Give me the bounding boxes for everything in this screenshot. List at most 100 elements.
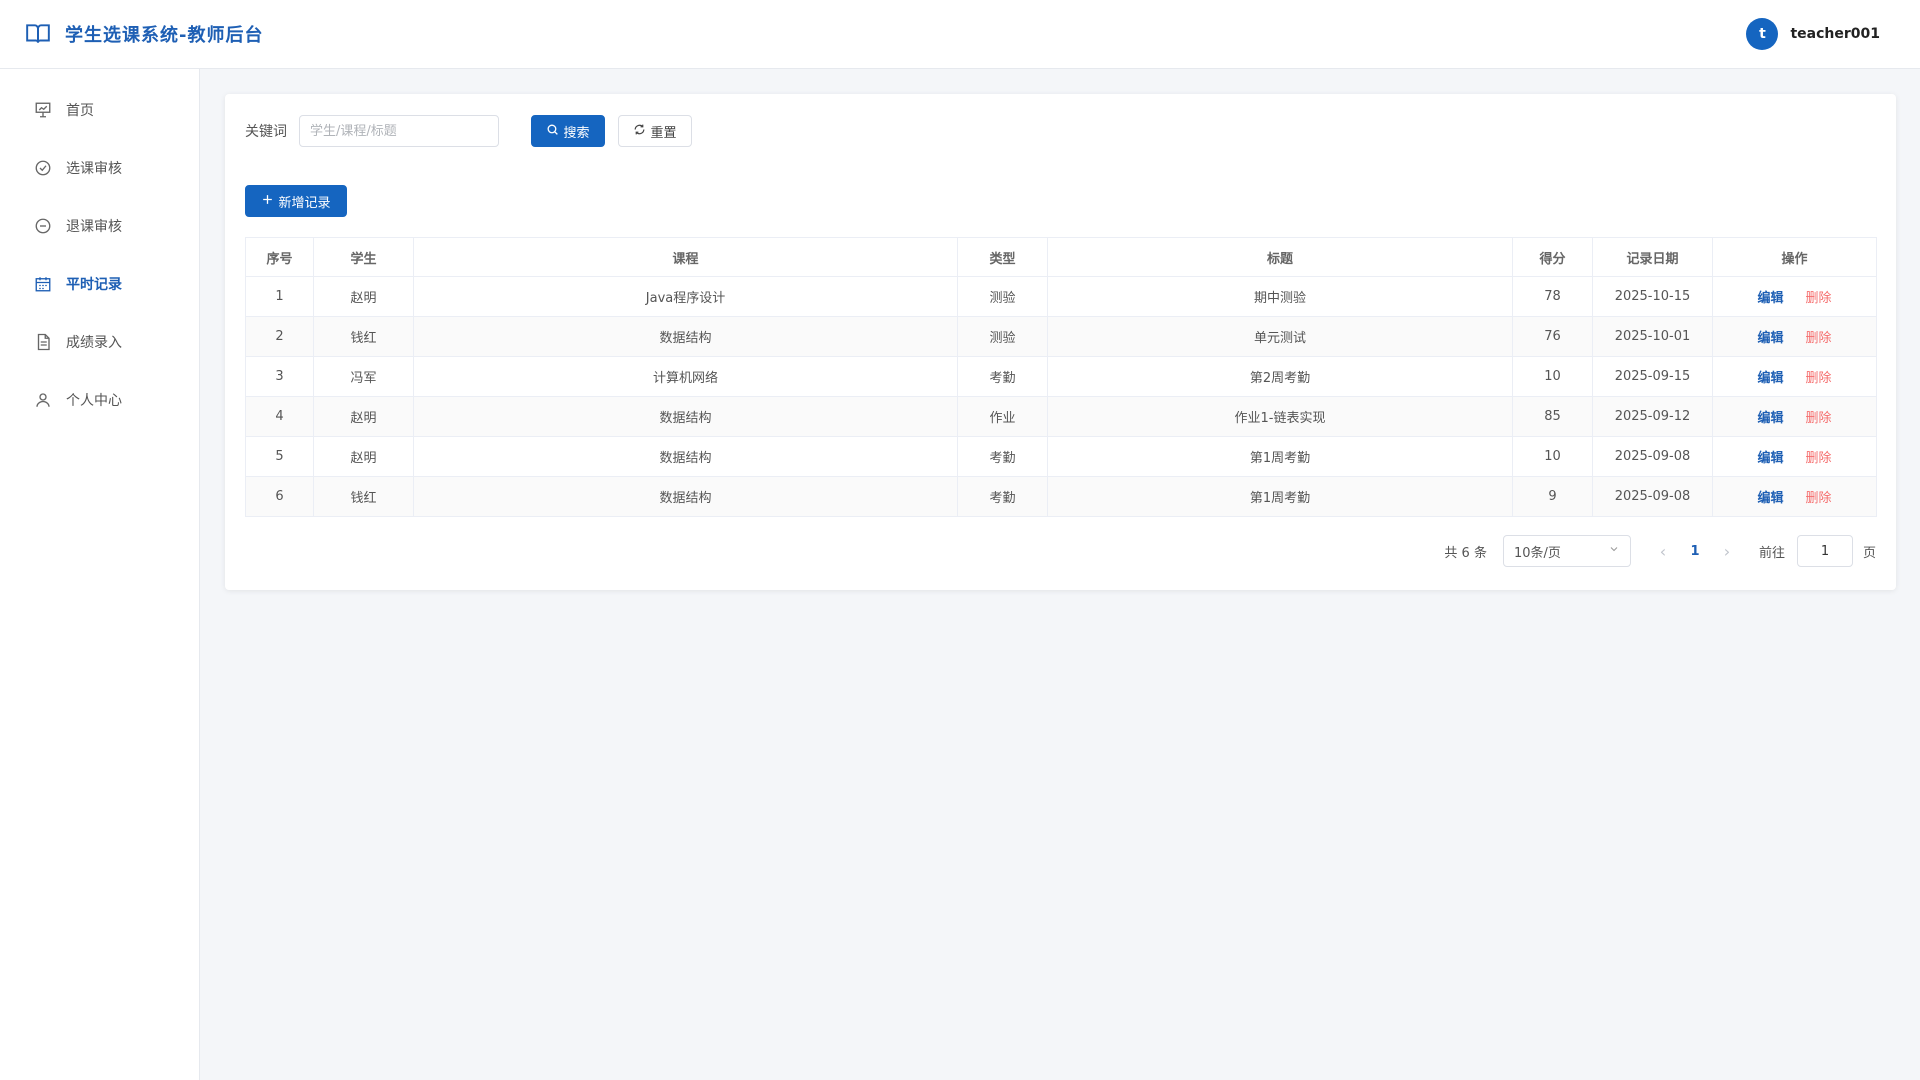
records-table: 序号 学生 课程 类型 标题 得分 记录日期 操作 1 赵明 Java程序设计 … [245, 237, 1877, 517]
sidebar-item-selection-review[interactable]: 选课审核 [0, 139, 199, 197]
page-size-select[interactable]: 10条/页 [1502, 535, 1631, 567]
cell-title: 作业1-链表实现 [1047, 396, 1513, 437]
edit-link[interactable]: 编辑 [1757, 371, 1783, 386]
search-button[interactable]: 搜索 [531, 115, 605, 147]
cell-course: Java程序设计 [413, 276, 958, 317]
avatar[interactable]: t [1746, 18, 1779, 50]
cell-type: 考勤 [957, 436, 1048, 477]
edit-link[interactable]: 编辑 [1757, 291, 1783, 306]
reset-button[interactable]: 重置 [618, 115, 692, 147]
cell-score: 10 [1512, 436, 1593, 477]
cell-type: 考勤 [957, 356, 1048, 397]
cell-student: 钱红 [313, 476, 414, 517]
table-header-row: 序号 学生 课程 类型 标题 得分 记录日期 操作 [245, 237, 1877, 277]
delete-link[interactable]: 删除 [1806, 411, 1832, 426]
search-bar: 关键词 搜索 重置 [245, 115, 1876, 147]
cell-score: 78 [1512, 276, 1593, 317]
add-record-button[interactable]: 新增记录 [245, 185, 347, 217]
sidebar-item-grade-entry[interactable]: 成绩录入 [0, 313, 199, 371]
delete-link[interactable]: 删除 [1806, 451, 1832, 466]
table-row: 5 赵明 数据结构 考勤 第1周考勤 10 2025-09-08 编辑 删除 [245, 436, 1877, 477]
prev-page-button[interactable]: ‹ [1651, 542, 1675, 561]
sidebar-item-drop-review[interactable]: 退课审核 [0, 197, 199, 255]
current-page[interactable]: 1 [1675, 544, 1715, 559]
cell-actions: 编辑 删除 [1712, 436, 1877, 477]
column-header: 序号 [245, 237, 314, 277]
sidebar-item-label: 选课审核 [66, 161, 122, 177]
reset-button-label: 重置 [650, 125, 677, 141]
cell-index: 2 [245, 316, 314, 357]
cell-title: 单元测试 [1047, 316, 1513, 357]
search-icon [546, 123, 559, 140]
delete-link[interactable]: 删除 [1806, 291, 1832, 306]
cell-date: 2025-09-12 [1592, 396, 1713, 437]
cell-type: 考勤 [957, 476, 1048, 517]
cell-actions: 编辑 删除 [1712, 476, 1877, 517]
edit-link[interactable]: 编辑 [1757, 491, 1783, 506]
keyword-label: 关键词 [245, 124, 287, 140]
document-icon [34, 333, 52, 351]
cell-type: 测验 [957, 316, 1048, 357]
app-title: 学生选课系统-教师后台 [65, 25, 264, 46]
edit-link[interactable]: 编辑 [1757, 411, 1783, 426]
column-header: 课程 [413, 237, 958, 277]
cell-course: 数据结构 [413, 316, 958, 357]
cell-course: 数据结构 [413, 396, 958, 437]
username[interactable]: teacher001 [1790, 26, 1880, 42]
page-unit: 页 [1862, 545, 1876, 561]
user-icon [34, 391, 52, 409]
cell-date: 2025-10-15 [1592, 276, 1713, 317]
records-card: 关键词 搜索 重置 新增记录 序号 学生 课 [225, 94, 1896, 590]
sidebar-item-label: 个人中心 [66, 393, 122, 409]
open-book-icon [25, 21, 51, 47]
sidebar-item-profile[interactable]: 个人中心 [0, 371, 199, 429]
total-count: 共 6 条 [1444, 545, 1487, 561]
search-button-label: 搜索 [563, 125, 590, 141]
edit-link[interactable]: 编辑 [1757, 331, 1783, 346]
check-circle-icon [34, 159, 52, 177]
cell-actions: 编辑 删除 [1712, 356, 1877, 397]
keyword-input[interactable] [299, 115, 499, 147]
minus-circle-icon [34, 217, 52, 235]
presentation-icon [34, 101, 52, 119]
sidebar-item-daily-records[interactable]: 平时记录 [0, 255, 199, 313]
column-header: 学生 [313, 237, 414, 277]
plus-icon [261, 193, 274, 210]
goto-page-input[interactable] [1796, 535, 1853, 567]
cell-course: 数据结构 [413, 436, 958, 477]
cell-type: 作业 [957, 396, 1048, 437]
sidebar-item-label: 平时记录 [66, 277, 122, 293]
table-row: 1 赵明 Java程序设计 测验 期中测验 78 2025-10-15 编辑 删除 [245, 276, 1877, 317]
cell-title: 第2周考勤 [1047, 356, 1513, 397]
brand: 学生选课系统-教师后台 [25, 21, 263, 47]
cell-date: 2025-09-08 [1592, 476, 1713, 517]
cell-actions: 编辑 删除 [1712, 316, 1877, 357]
delete-link[interactable]: 删除 [1806, 491, 1832, 506]
sidebar-item-home[interactable]: 首页 [0, 81, 199, 139]
cell-index: 6 [245, 476, 314, 517]
pagination: 共 6 条 10条/页 ‹ 1 › 前往 页 [1444, 535, 1876, 567]
user-menu[interactable]: t teacher001 [1746, 18, 1880, 50]
next-page-button[interactable]: › [1715, 542, 1739, 561]
column-header: 类型 [957, 237, 1048, 277]
edit-link[interactable]: 编辑 [1757, 451, 1783, 466]
table-row: 2 钱红 数据结构 测验 单元测试 76 2025-10-01 编辑 删除 [245, 316, 1877, 357]
goto-label: 前往 [1758, 545, 1785, 561]
cell-score: 9 [1512, 476, 1593, 517]
cell-date: 2025-10-01 [1592, 316, 1713, 357]
column-header: 记录日期 [1592, 237, 1713, 277]
delete-link[interactable]: 删除 [1806, 371, 1832, 386]
cell-score: 10 [1512, 356, 1593, 397]
top-header: 学生选课系统-教师后台 t teacher001 [0, 0, 1920, 69]
refresh-icon [633, 123, 646, 140]
chevron-down-icon [1608, 543, 1620, 559]
cell-index: 4 [245, 396, 314, 437]
cell-actions: 编辑 删除 [1712, 276, 1877, 317]
cell-student: 赵明 [313, 276, 414, 317]
cell-title: 第1周考勤 [1047, 436, 1513, 477]
cell-score: 76 [1512, 316, 1593, 357]
calendar-icon [34, 275, 52, 293]
cell-title: 第1周考勤 [1047, 476, 1513, 517]
delete-link[interactable]: 删除 [1806, 331, 1832, 346]
cell-student: 冯军 [313, 356, 414, 397]
